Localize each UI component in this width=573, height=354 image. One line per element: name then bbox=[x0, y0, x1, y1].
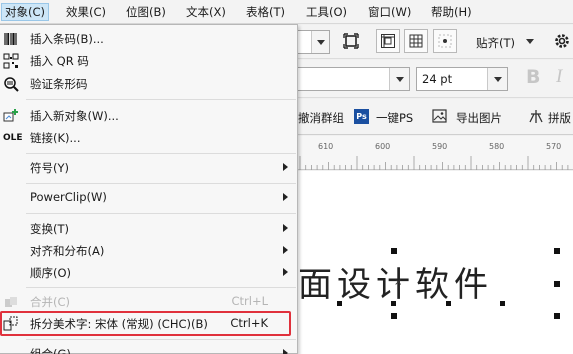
menu-text[interactable]: 文本(X) bbox=[183, 3, 229, 21]
ruler-tick-label: 580 bbox=[489, 142, 505, 151]
bold-button[interactable]: B bbox=[526, 66, 540, 88]
font-family-dropdown[interactable] bbox=[296, 67, 410, 91]
menu-item-transform[interactable]: 变换(T) bbox=[0, 218, 296, 240]
menu-effects[interactable]: 效果(C) bbox=[63, 3, 109, 21]
selection-handle[interactable] bbox=[554, 281, 560, 287]
chevron-down-icon bbox=[526, 39, 534, 44]
menu-table[interactable]: 表格(T) bbox=[243, 3, 288, 21]
ruler-tick-label: 570 bbox=[546, 142, 562, 151]
menu-item-label: 顺序(O) bbox=[30, 266, 72, 280]
menu-item-label: 符号(Y) bbox=[30, 161, 69, 175]
ungroup-button[interactable]: 撤消群组 bbox=[298, 110, 344, 126]
menu-item-verify-barcode[interactable]: 验证条形码 bbox=[0, 73, 296, 95]
node-handle[interactable] bbox=[500, 301, 505, 306]
menu-bar: 对象(C) 效果(C) 位图(B) 文本(X) 表格(T) 工具(O) 窗口(W… bbox=[0, 0, 573, 24]
menu-item-label: 变换(T) bbox=[30, 222, 69, 236]
qr-code-icon bbox=[3, 53, 19, 69]
menu-item-order[interactable]: 顺序(O) bbox=[0, 262, 296, 284]
image-icon bbox=[432, 109, 447, 126]
node-handle[interactable] bbox=[446, 301, 451, 306]
menu-item-align-distribute[interactable]: 对齐和分布(A) bbox=[0, 240, 296, 262]
submenu-arrow-icon bbox=[283, 268, 288, 276]
guidelines-toggle-icon[interactable] bbox=[433, 29, 457, 53]
menu-item-label: 组合(G) bbox=[30, 347, 71, 354]
verify-barcode-icon bbox=[3, 76, 19, 92]
menu-separator bbox=[26, 287, 296, 288]
node-handle[interactable] bbox=[337, 301, 342, 306]
chevron-down-icon bbox=[487, 68, 507, 90]
menu-item-combine[interactable]: 合并(C) Ctrl+L bbox=[0, 291, 296, 313]
selection-handle[interactable] bbox=[554, 313, 560, 319]
menu-item-label: 对齐和分布(A) bbox=[30, 244, 105, 258]
menu-item-insert-barcode[interactable]: 插入条码(B)... bbox=[0, 28, 296, 50]
submenu-arrow-icon bbox=[283, 163, 288, 171]
plugin-toolbar: 撤消群组 Ps 一键PS 导出图片 拼版 bbox=[298, 99, 573, 135]
chevron-down-icon bbox=[389, 68, 409, 90]
menu-separator bbox=[26, 153, 296, 154]
export-image-button[interactable]: 导出图片 bbox=[456, 110, 502, 126]
menu-item-symbol[interactable]: 符号(Y) bbox=[0, 157, 296, 179]
selection-handle[interactable] bbox=[391, 313, 397, 319]
imposition-icon bbox=[529, 109, 543, 127]
menu-item-links[interactable]: OLE 链接(K)... bbox=[0, 127, 296, 149]
barcode-icon bbox=[3, 31, 19, 47]
full-screen-icon[interactable] bbox=[340, 30, 362, 52]
photoshop-icon: Ps bbox=[354, 109, 369, 124]
imposition-button[interactable]: 拼版 bbox=[548, 110, 571, 126]
snap-to-button[interactable]: 贴齐(T) bbox=[476, 35, 515, 51]
rulers-toggle-icon[interactable] bbox=[376, 29, 400, 53]
selection-handle[interactable] bbox=[554, 248, 560, 254]
menu-item-label: 插入新对象(W)... bbox=[30, 109, 119, 123]
menu-item-label: 验证条形码 bbox=[30, 77, 88, 91]
menu-tools[interactable]: 工具(O) bbox=[303, 3, 350, 21]
menu-separator bbox=[26, 213, 296, 214]
menu-item-label: 合并(C) bbox=[30, 295, 71, 309]
menu-window[interactable]: 窗口(W) bbox=[365, 3, 414, 21]
grid-toggle-icon[interactable] bbox=[404, 29, 428, 53]
submenu-arrow-icon bbox=[283, 193, 288, 201]
menu-separator bbox=[26, 183, 296, 184]
font-size-dropdown[interactable]: 24 pt bbox=[416, 67, 508, 91]
text-property-bar: 24 pt B I bbox=[296, 60, 573, 98]
insert-object-icon bbox=[3, 108, 19, 124]
object-dropdown-menu: 插入条码(B)... 插入 QR 码 验证条形码 插入新对象(W)... OLE… bbox=[0, 24, 298, 354]
center-mark-icon: × bbox=[394, 277, 403, 288]
font-size-value: 24 pt bbox=[422, 72, 453, 86]
gear-icon[interactable] bbox=[552, 31, 572, 51]
drawing-canvas[interactable]: 面设计软件 × bbox=[298, 171, 573, 354]
menu-item-group[interactable]: 组合(G) bbox=[0, 343, 296, 354]
chevron-down-icon bbox=[311, 31, 329, 53]
menu-item-label: 链接(K)... bbox=[30, 131, 81, 145]
submenu-arrow-icon bbox=[283, 246, 288, 254]
ole-link-icon: OLE bbox=[3, 133, 23, 143]
one-key-ps-button[interactable]: 一键PS bbox=[376, 110, 413, 126]
menu-item-powerclip[interactable]: PowerClip(W) bbox=[0, 187, 296, 209]
ruler-tick-label: 610 bbox=[318, 142, 334, 151]
submenu-arrow-icon bbox=[283, 224, 288, 232]
horizontal-ruler: 610 600 590 580 570 bbox=[298, 136, 573, 170]
annotation-highlight-box bbox=[0, 311, 291, 336]
menu-item-insert-qr-code[interactable]: 插入 QR 码 bbox=[0, 50, 296, 72]
menu-object[interactable]: 对象(C) bbox=[1, 3, 50, 21]
standard-toolbar: 贴齐(T) bbox=[296, 25, 573, 59]
menu-bitmaps[interactable]: 位图(B) bbox=[123, 3, 169, 21]
menu-item-label: PowerClip(W) bbox=[30, 190, 107, 204]
menu-help[interactable]: 帮助(H) bbox=[428, 3, 475, 21]
menu-item-insert-new-object[interactable]: 插入新对象(W)... bbox=[0, 105, 296, 127]
menu-item-label: 插入 QR 码 bbox=[30, 54, 89, 68]
menu-item-label: 插入条码(B)... bbox=[30, 32, 104, 46]
node-handle[interactable] bbox=[391, 301, 396, 306]
ruler-tick-label: 590 bbox=[432, 142, 448, 151]
menu-separator bbox=[26, 99, 296, 100]
menu-separator bbox=[26, 339, 296, 340]
ruler-tick-label: 600 bbox=[375, 142, 391, 151]
selection-handle[interactable] bbox=[391, 248, 397, 254]
zoom-dropdown[interactable] bbox=[296, 30, 330, 54]
submenu-arrow-icon bbox=[283, 349, 288, 354]
menu-item-shortcut: Ctrl+L bbox=[231, 294, 268, 308]
italic-button[interactable]: I bbox=[556, 66, 562, 88]
combine-icon bbox=[3, 294, 19, 310]
